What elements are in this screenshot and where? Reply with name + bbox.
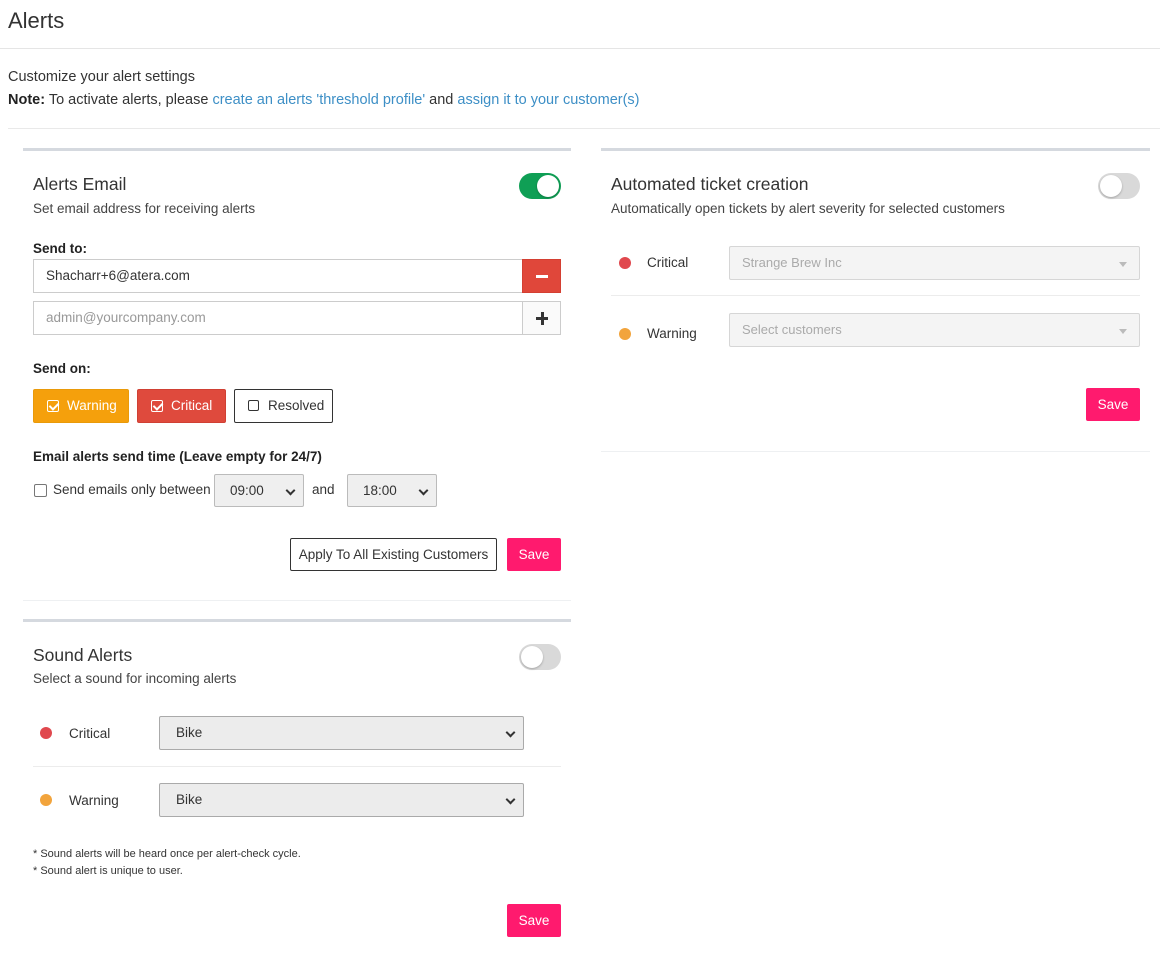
chevron-down-icon [505,727,516,738]
sound-alerts-toggle[interactable] [519,644,561,670]
panel-bottom-border [23,600,571,601]
warning-sound-value: Bike [176,792,203,807]
intro-line: Customize your alert settings [8,69,195,85]
alerts-email-save-button[interactable]: Save [507,538,561,571]
caret-down-icon [1119,262,1127,267]
chevron-down-icon [285,485,296,496]
header-divider [0,48,1160,49]
warning-dot-icon [619,328,631,340]
ticket-creation-title: Automated ticket creation [611,174,809,194]
sound-alerts-panel: Sound Alerts Select a sound for incoming… [23,619,571,963]
send-to-label: Send to: [33,241,87,256]
start-time-select[interactable]: 09:00 [214,474,304,507]
assign-customer-link[interactable]: assign it to your customer(s) [457,92,639,108]
note-text-2: and [425,92,458,108]
warning-ticket-label: Warning [647,326,697,341]
alerts-email-title: Alerts Email [33,174,127,194]
check-icon [47,400,59,412]
critical-severity-toggle[interactable]: Critical [137,389,226,423]
apply-all-customers-button[interactable]: Apply To All Existing Customers [290,538,497,571]
toggle-knob [1100,175,1122,197]
sound-note-1: * Sound alerts will be heard once per al… [33,848,301,860]
send-between-label: Send emails only between [53,482,211,497]
chevron-down-icon [505,794,516,805]
ticket-creation-subtitle: Automatically open tickets by alert seve… [611,201,1005,216]
toggle-knob [521,646,543,668]
alerts-email-toggle[interactable] [519,173,561,199]
start-time-value: 09:00 [230,483,264,498]
critical-dot-icon [40,727,52,739]
sound-alerts-subtitle: Select a sound for incoming alerts [33,671,237,686]
alerts-email-subtitle: Set email address for receiving alerts [33,201,256,216]
warning-customer-select[interactable]: Select customers [729,313,1140,347]
critical-ticket-label: Critical [647,255,689,270]
critical-customer-select[interactable]: Strange Brew Inc [729,246,1140,280]
critical-sound-select[interactable]: Bike [159,716,524,750]
send-time-label: Email alerts send time (Leave empty for … [33,449,322,464]
row-divider [611,295,1140,296]
warning-sound-select[interactable]: Bike [159,783,524,817]
warning-sound-label: Warning [69,793,119,808]
ticket-creation-save-button[interactable]: Save [1086,388,1140,421]
email-field[interactable]: Shacharr+6@atera.com [33,259,522,293]
threshold-profile-link[interactable]: create an alerts 'threshold profile' [212,92,425,108]
page-title: Alerts [8,8,65,33]
note-label: Note: [8,92,46,108]
alerts-email-panel: Alerts Email Set email address for recei… [23,148,571,601]
critical-sound-label: Critical [69,726,111,741]
end-time-select[interactable]: 18:00 [347,474,437,507]
toggle-knob [537,175,559,197]
ticket-creation-panel: Automated ticket creation Automatically … [601,148,1150,452]
row-divider [33,766,561,767]
intro-divider [8,128,1160,129]
warning-chip-label: Warning [67,398,117,413]
and-label: and [312,482,335,497]
warning-customer-value: Select customers [742,322,842,337]
send-on-label: Send on: [33,361,91,376]
sound-note-2: * Sound alert is unique to user. [33,865,183,877]
add-email-button[interactable] [522,301,561,335]
resolved-severity-toggle[interactable]: Resolved [234,389,333,423]
checkbox-icon [248,400,259,411]
sound-alerts-title: Sound Alerts [33,645,133,665]
remove-email-button[interactable] [522,259,561,293]
critical-sound-value: Bike [176,725,203,740]
new-email-input[interactable]: admin@yourcompany.com [33,301,522,335]
intro-text: Customize your alert settings Note: To a… [8,66,640,112]
critical-customer-value: Strange Brew Inc [742,255,842,270]
critical-chip-label: Critical [171,398,213,413]
caret-down-icon [1119,329,1127,334]
end-time-value: 18:00 [363,483,397,498]
resolved-chip-label: Resolved [268,398,325,413]
critical-dot-icon [619,257,631,269]
ticket-creation-toggle[interactable] [1098,173,1140,199]
chevron-down-icon [418,485,429,496]
warning-dot-icon [40,794,52,806]
intro-note: Note: To activate alerts, please create … [8,89,640,112]
send-between-checkbox[interactable] [34,484,47,497]
sound-alerts-save-button[interactable]: Save [507,904,561,937]
note-text-1: To activate alerts, please [45,92,213,108]
warning-severity-toggle[interactable]: Warning [33,389,129,423]
check-icon [151,400,163,412]
panel-bottom-border [601,451,1150,452]
